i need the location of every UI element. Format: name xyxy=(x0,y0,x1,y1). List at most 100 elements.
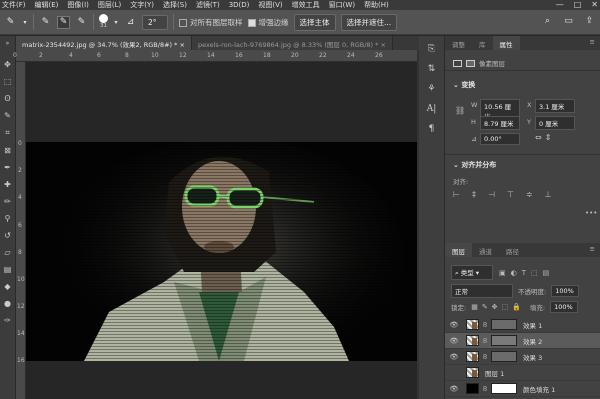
close-icon[interactable]: × xyxy=(381,41,386,49)
x-field[interactable]: 3.1 厘米 xyxy=(535,99,575,113)
quick-select-tool-icon[interactable]: ✎ xyxy=(4,111,11,120)
brush-settings-icon[interactable]: ⚘ xyxy=(427,84,435,94)
tab-paths[interactable]: 路径 xyxy=(499,243,526,257)
lasso-tool-icon[interactable]: ʘ xyxy=(4,94,10,103)
move-tool-icon[interactable]: ✥ xyxy=(4,60,11,69)
close-icon[interactable]: × xyxy=(179,41,184,49)
tab-channels[interactable]: 通道 xyxy=(472,243,499,257)
mask-icon[interactable] xyxy=(466,59,475,67)
pen-tool-icon[interactable]: ✑ xyxy=(4,316,11,325)
menu-window[interactable]: 窗口(W) xyxy=(329,0,355,10)
opacity-field[interactable]: 100% xyxy=(551,285,580,297)
align-bottom-icon[interactable]: ⊥ xyxy=(545,190,552,199)
panel-menu-icon[interactable]: ≡ xyxy=(585,36,600,50)
brush-tool-icon[interactable]: ✏ xyxy=(4,197,11,206)
transform-section-title[interactable]: ⌄ 变换 xyxy=(453,80,475,90)
link-icon[interactable]: 8 xyxy=(481,337,489,345)
angle-field[interactable]: 0.00° xyxy=(480,133,520,145)
share-icon[interactable]: ⇪ xyxy=(583,14,596,27)
fill-field[interactable]: 100% xyxy=(550,301,579,313)
select-subject-button[interactable]: 选择主体 xyxy=(293,13,336,31)
more-icon[interactable]: ••• xyxy=(585,209,597,217)
align-vcenter-icon[interactable]: ≑ xyxy=(526,190,533,199)
stamp-tool-icon[interactable]: ⚲ xyxy=(5,214,11,223)
marquee-tool-icon[interactable]: ⬚ xyxy=(4,77,12,86)
align-top-icon[interactable]: ⊤ xyxy=(507,190,514,199)
panel-menu-icon[interactable]: ≡ xyxy=(585,243,600,257)
add-to-selection-icon[interactable]: ✎ xyxy=(57,15,70,29)
gradient-tool-icon[interactable]: ▤ xyxy=(4,265,12,274)
align-hcenter-icon[interactable]: ‡ xyxy=(472,190,476,199)
layer-name[interactable]: 效果 1 xyxy=(523,320,542,330)
layer-row[interactable]: 👁 8 颜色填充 1 xyxy=(445,381,600,397)
sample-all-layers-checkbox[interactable]: 对所有图层取样 xyxy=(179,17,243,28)
layer-mask-thumbnail[interactable] xyxy=(491,335,517,346)
menu-view[interactable]: 视图(V) xyxy=(258,0,282,10)
history-panel-icon[interactable]: ⎘ xyxy=(428,44,435,54)
dodge-tool-icon[interactable]: ● xyxy=(4,299,11,308)
menu-3d[interactable]: 3D(D) xyxy=(229,1,250,9)
blur-tool-icon[interactable]: ◆ xyxy=(4,282,10,291)
angle-field[interactable]: 2° xyxy=(142,14,168,30)
chevron-down-icon[interactable]: ▾ xyxy=(22,16,28,29)
close-button[interactable]: ✕ xyxy=(591,0,598,9)
flip-icons[interactable]: ⇔⇕ xyxy=(535,133,554,142)
adjust-panel-icon[interactable]: ⇅ xyxy=(428,64,436,74)
chevron-down-icon[interactable]: ▾ xyxy=(113,16,119,29)
enhance-edge-checkbox[interactable]: 增强边缘 xyxy=(247,17,289,28)
tab-adjustments[interactable]: 调整 xyxy=(445,36,472,50)
tab-libraries[interactable]: 库 xyxy=(472,36,493,50)
menu-help[interactable]: 帮助(H) xyxy=(364,0,389,10)
menu-file[interactable]: 文件(F) xyxy=(2,0,26,10)
menu-plugins[interactable]: 增效工具 xyxy=(292,0,320,10)
frame-tool-icon[interactable]: ⊠ xyxy=(4,146,11,155)
align-right-icon[interactable]: ⊣ xyxy=(488,190,495,199)
quick-selection-tool-icon[interactable]: ✎ xyxy=(4,16,17,29)
layer-name[interactable]: 图层 1 xyxy=(485,368,504,378)
minimize-button[interactable]: — xyxy=(556,0,564,9)
tab-layers[interactable]: 图层 xyxy=(445,243,472,257)
eyedropper-tool-icon[interactable]: ✒ xyxy=(4,163,11,172)
layer-name[interactable]: 效果 3 xyxy=(523,352,542,362)
filter-icons[interactable]: ▣◐T⬚▤ xyxy=(499,269,554,277)
y-field[interactable]: 0 厘米 xyxy=(535,116,575,130)
layer-name[interactable]: 效果 2 xyxy=(523,336,542,346)
eye-icon[interactable]: 👁 xyxy=(448,337,460,345)
eye-icon[interactable]: 👁 xyxy=(448,321,460,329)
eraser-tool-icon[interactable]: ▱ xyxy=(4,248,10,257)
subtract-selection-icon[interactable]: ✎ xyxy=(75,16,88,29)
healing-tool-icon[interactable]: ✚ xyxy=(4,180,11,189)
menu-filter[interactable]: 滤镜(T) xyxy=(196,0,220,10)
tab-pexels[interactable]: pexels-ron-lach-9769864.jpg @ 8.33% (图层 … xyxy=(191,36,393,50)
workspace-icon[interactable]: ▭ xyxy=(562,14,575,27)
menu-layer[interactable]: 图层(L) xyxy=(98,0,121,10)
layer-kind-select[interactable]: ⌕ 类型 ▾ xyxy=(451,265,493,280)
link-icon[interactable]: ⛓ xyxy=(455,106,465,115)
link-icon[interactable]: 8 xyxy=(481,353,489,361)
paragraph-panel-icon[interactable]: ¶ xyxy=(429,124,435,134)
layer-mask-thumbnail[interactable] xyxy=(491,319,517,330)
eye-icon[interactable]: 👁 xyxy=(448,385,460,393)
menu-type[interactable]: 文字(Y) xyxy=(130,0,154,10)
align-section-title[interactable]: ⌄ 对齐并分布 xyxy=(453,160,496,170)
brush-preset-picker[interactable]: 31 xyxy=(99,14,108,30)
layer-row[interactable]: 图层 1 xyxy=(445,365,600,381)
link-icon[interactable]: 8 xyxy=(481,321,489,329)
canvas-area[interactable] xyxy=(26,62,417,399)
character-panel-icon[interactable]: A| xyxy=(427,104,437,114)
layer-name[interactable]: 颜色填充 1 xyxy=(523,384,555,394)
height-field[interactable]: 8.79 厘米 xyxy=(480,116,520,130)
layer-row-selected[interactable]: 👁 8 效果 2 xyxy=(445,333,600,349)
search-icon[interactable]: ⌕ xyxy=(541,14,554,27)
maximize-button[interactable]: □ xyxy=(574,0,582,9)
select-and-mask-button[interactable]: 选择并遮住... xyxy=(340,13,398,31)
history-brush-icon[interactable]: ↺ xyxy=(4,231,11,240)
lock-icons[interactable]: ▦✎✥⬚🔒 xyxy=(471,303,525,311)
layer-row[interactable]: 👁 8 效果 3 xyxy=(445,349,600,365)
link-icon[interactable]: 8 xyxy=(481,385,489,393)
collapse-icon[interactable]: » xyxy=(6,40,10,47)
layer-mask-thumbnail[interactable] xyxy=(491,351,517,362)
crop-tool-icon[interactable]: ⌗ xyxy=(5,128,10,138)
tab-matrix[interactable]: matrix-2354492.jpg @ 34.7% (效果2, RGB/8#)… xyxy=(16,36,192,50)
layer-mask-thumbnail[interactable] xyxy=(491,383,517,394)
